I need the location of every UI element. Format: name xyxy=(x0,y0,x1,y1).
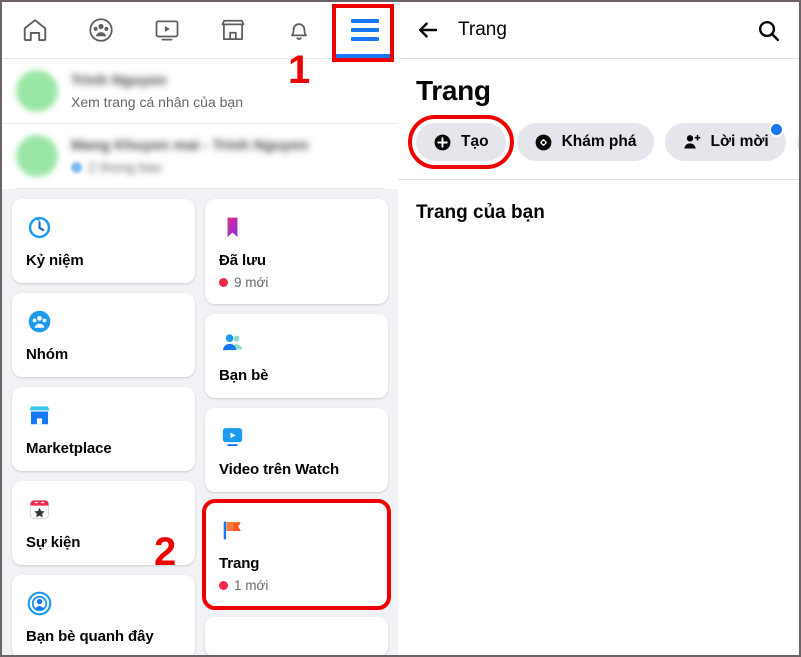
annotation-box-1 xyxy=(332,4,394,62)
your-pages-section-title: Trang của bạn xyxy=(416,202,545,223)
nav-marketplace-button[interactable] xyxy=(207,7,259,53)
chip-liked-button[interactable]: T xyxy=(796,123,799,161)
annotation-number-2: 2 xyxy=(154,530,177,574)
badge-text: 1 mới xyxy=(234,578,269,593)
menu-column-left: Kỷ niệm Nhóm Marketplace Sự kiện Bạn bè … xyxy=(12,199,195,655)
menu-card-nearby-friends[interactable]: Bạn bè quanh đây xyxy=(12,575,195,655)
right-panel-pages-screen: Trang Trang 3 Tạo xyxy=(398,0,801,657)
watch-icon xyxy=(153,16,181,44)
badge-dot-icon xyxy=(219,581,228,590)
menu-card-label: Video trên Watch xyxy=(219,461,340,478)
profile-subtitle: Xem trang cá nhân của bạn xyxy=(71,94,244,110)
chip-label: Khám phá xyxy=(561,133,637,150)
notification-dot-icon xyxy=(768,122,784,137)
menu-card-label: Nhóm xyxy=(26,346,69,363)
menu-card-label: Bạn bè quanh đây xyxy=(26,628,154,645)
person-add-icon xyxy=(682,132,702,152)
chip-invites-button[interactable]: Lời mời xyxy=(664,122,786,161)
screenshot-root: 1 Trinh Nguyen Xem trang cá nhân của bạn… xyxy=(0,0,801,657)
menu-card-marketplace[interactable]: Marketplace xyxy=(12,387,195,471)
avatar xyxy=(16,70,58,112)
back-arrow-icon[interactable] xyxy=(416,18,440,42)
badge-dot-icon xyxy=(219,278,228,287)
menu-card-label: Marketplace xyxy=(26,440,112,457)
profile-section: Trinh Nguyen Xem trang cá nhân của bạn M… xyxy=(2,59,398,189)
pages-flag-icon xyxy=(219,515,374,545)
profile-row-self[interactable]: Trinh Nguyen Xem trang cá nhân của bạn xyxy=(2,59,398,123)
menu-card-label: Kỷ niệm xyxy=(26,252,84,269)
avatar xyxy=(16,135,58,177)
saved-bookmark-icon xyxy=(219,212,374,242)
pages-action-chips: Tạo Khám phá Lời mời xyxy=(398,113,799,175)
watch-video-icon xyxy=(219,421,374,451)
status-dot-icon xyxy=(71,161,82,173)
menu-card-friends[interactable]: Bạn bè xyxy=(205,314,388,398)
menu-card-badge: 9 mới xyxy=(219,275,374,290)
friends-icon xyxy=(219,327,374,357)
menu-grid: Kỷ niệm Nhóm Marketplace Sự kiện Bạn bè … xyxy=(2,189,398,655)
marketplace-icon xyxy=(219,16,247,44)
memories-clock-icon xyxy=(26,212,181,242)
bell-icon xyxy=(285,16,313,44)
left-panel-menu-screen: 1 Trinh Nguyen Xem trang cá nhân của bạn… xyxy=(0,0,398,657)
chip-label: Tạo xyxy=(461,133,489,150)
profile-row-page[interactable]: Mang Khuyen mai - Trinh Nguyen 2 thong b… xyxy=(2,123,398,188)
profile-name: Mang Khuyen mai - Trinh Nguyen xyxy=(71,137,309,154)
menu-card-pages[interactable]: Trang 1 mới xyxy=(202,499,391,610)
profile-subtitle: 2 thong bao xyxy=(88,159,162,175)
profile-subtitle-row: 2 thong bao xyxy=(71,159,309,175)
events-calendar-icon xyxy=(26,494,181,524)
partial-icon xyxy=(219,630,374,655)
search-icon[interactable] xyxy=(756,18,781,43)
nav-home-button[interactable] xyxy=(9,7,61,53)
nav-groups-button[interactable] xyxy=(75,7,127,53)
menu-card-watch-video[interactable]: Video trên Watch xyxy=(205,408,388,492)
marketplace-icon xyxy=(26,400,181,430)
explore-compass-icon xyxy=(534,133,553,152)
pages-header-bar: Trang xyxy=(398,2,799,59)
menu-card-partial[interactable] xyxy=(205,617,388,655)
top-navigation-bar xyxy=(2,2,398,62)
header-title: Trang xyxy=(458,19,507,40)
menu-column-right: Đã lưu 9 mới Bạn bè Video trên Watch Tra… xyxy=(202,199,391,655)
nav-watch-button[interactable] xyxy=(141,7,193,53)
groups-icon xyxy=(26,306,181,336)
annotation-number-1: 1 xyxy=(288,48,311,92)
menu-card-label: Trang xyxy=(219,555,260,572)
menu-card-memories[interactable]: Kỷ niệm xyxy=(12,199,195,283)
menu-card-saved[interactable]: Đã lưu 9 mới xyxy=(205,199,388,304)
badge-text: 9 mới xyxy=(234,275,269,290)
menu-card-label: Bạn bè xyxy=(219,367,269,384)
page-title: Trang xyxy=(416,75,491,106)
menu-card-badge: 1 mới xyxy=(219,578,374,593)
nav-notifications-button[interactable] xyxy=(273,7,325,53)
nearby-friends-icon xyxy=(26,588,181,618)
chip-label: Lời mời xyxy=(710,133,769,150)
chip-explore-button[interactable]: Khám phá xyxy=(516,123,654,161)
menu-card-label: Đã lưu xyxy=(219,252,266,269)
chip-create-button[interactable]: Tạo xyxy=(408,115,514,169)
groups-icon xyxy=(87,16,115,44)
profile-name: Trinh Nguyen xyxy=(71,72,167,89)
menu-card-groups[interactable]: Nhóm xyxy=(12,293,195,377)
home-icon xyxy=(21,16,49,44)
plus-circle-icon xyxy=(433,133,452,152)
